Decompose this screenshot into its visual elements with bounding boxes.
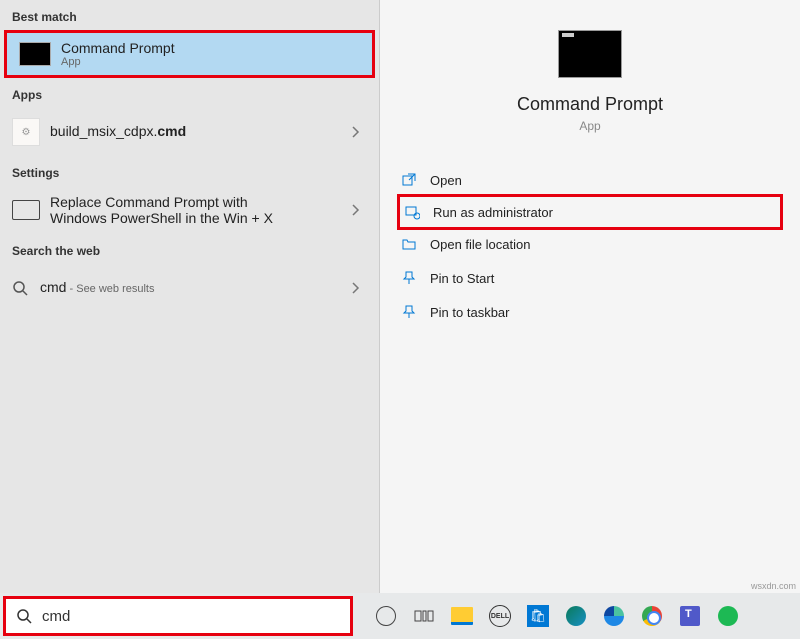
best-match-heading: Best match [0, 0, 379, 30]
search-input[interactable] [42, 608, 340, 625]
pin-start-icon [400, 269, 418, 287]
action-pin-task-label: Pin to taskbar [430, 305, 510, 320]
action-open-label: Open [430, 173, 462, 188]
taskbar-icons: DELL 🛍 [356, 602, 742, 630]
settings-result-replace-prompt[interactable]: Replace Command Prompt with Windows Powe… [0, 186, 379, 234]
chevron-right-icon[interactable] [345, 281, 367, 295]
best-match-command-prompt[interactable]: Command Prompt App [4, 30, 375, 78]
admin-icon [403, 203, 421, 221]
pin-taskbar-icon [400, 303, 418, 321]
best-match-title: Command Prompt [61, 40, 360, 56]
chevron-right-icon[interactable] [345, 203, 367, 217]
action-open[interactable]: Open [400, 163, 780, 197]
search-results-panel: Best match Command Prompt App Apps ⚙ bui… [0, 0, 380, 593]
taskbar-search-box[interactable] [3, 596, 353, 636]
chrome-icon[interactable] [638, 602, 666, 630]
apps-heading: Apps [0, 78, 379, 108]
file-explorer-icon[interactable] [448, 602, 476, 630]
search-web-heading: Search the web [0, 234, 379, 264]
cmd-file-icon: ⚙ [12, 118, 40, 146]
action-pin-to-start[interactable]: Pin to Start [400, 261, 780, 295]
cortana-icon[interactable] [372, 602, 400, 630]
details-panel: Command Prompt App Open Run as administr… [380, 0, 800, 593]
action-open-loc-label: Open file location [430, 237, 530, 252]
action-run-admin-label: Run as administrator [433, 205, 553, 220]
teams-icon[interactable] [676, 602, 704, 630]
settings-heading: Settings [0, 156, 379, 186]
app-result-match: cmd [157, 123, 186, 139]
web-term: cmd [40, 279, 66, 295]
actions-list: Open Run as administrator Open file loca… [380, 163, 800, 329]
app-hero: Command Prompt App [380, 30, 800, 163]
monitor-icon [12, 200, 40, 220]
taskbar: DELL 🛍 [0, 593, 800, 639]
settings-line1: Replace Command Prompt with [50, 194, 345, 210]
open-icon [400, 171, 418, 189]
action-open-file-location[interactable]: Open file location [400, 227, 780, 261]
folder-icon [400, 235, 418, 253]
app-result-build-cmd[interactable]: ⚙ build_msix_cdpx.cmd [0, 108, 379, 156]
app-result-prefix: build_msix_cdpx. [50, 123, 157, 139]
web-suffix: - See web results [66, 283, 154, 295]
action-pin-start-label: Pin to Start [430, 271, 494, 286]
best-match-subtitle: App [61, 56, 360, 68]
action-run-as-administrator[interactable]: Run as administrator [397, 194, 783, 230]
chevron-right-icon[interactable] [345, 125, 367, 139]
action-pin-to-taskbar[interactable]: Pin to taskbar [400, 295, 780, 329]
search-icon [16, 608, 32, 624]
watermark: wsxdn.com [751, 581, 796, 591]
web-result-cmd[interactable]: cmd - See web results [0, 264, 379, 312]
spotify-icon[interactable] [714, 602, 742, 630]
settings-line2: Windows PowerShell in the Win + X [50, 210, 345, 226]
dell-icon[interactable]: DELL [486, 602, 514, 630]
task-view-icon[interactable] [410, 602, 438, 630]
command-prompt-icon [19, 42, 51, 66]
command-prompt-icon-large [558, 30, 622, 78]
search-icon [12, 280, 28, 296]
details-subtitle: App [380, 119, 800, 133]
details-title: Command Prompt [380, 94, 800, 115]
edge-legacy-icon[interactable] [562, 602, 590, 630]
edge-icon[interactable] [600, 602, 628, 630]
microsoft-store-icon[interactable]: 🛍 [524, 602, 552, 630]
